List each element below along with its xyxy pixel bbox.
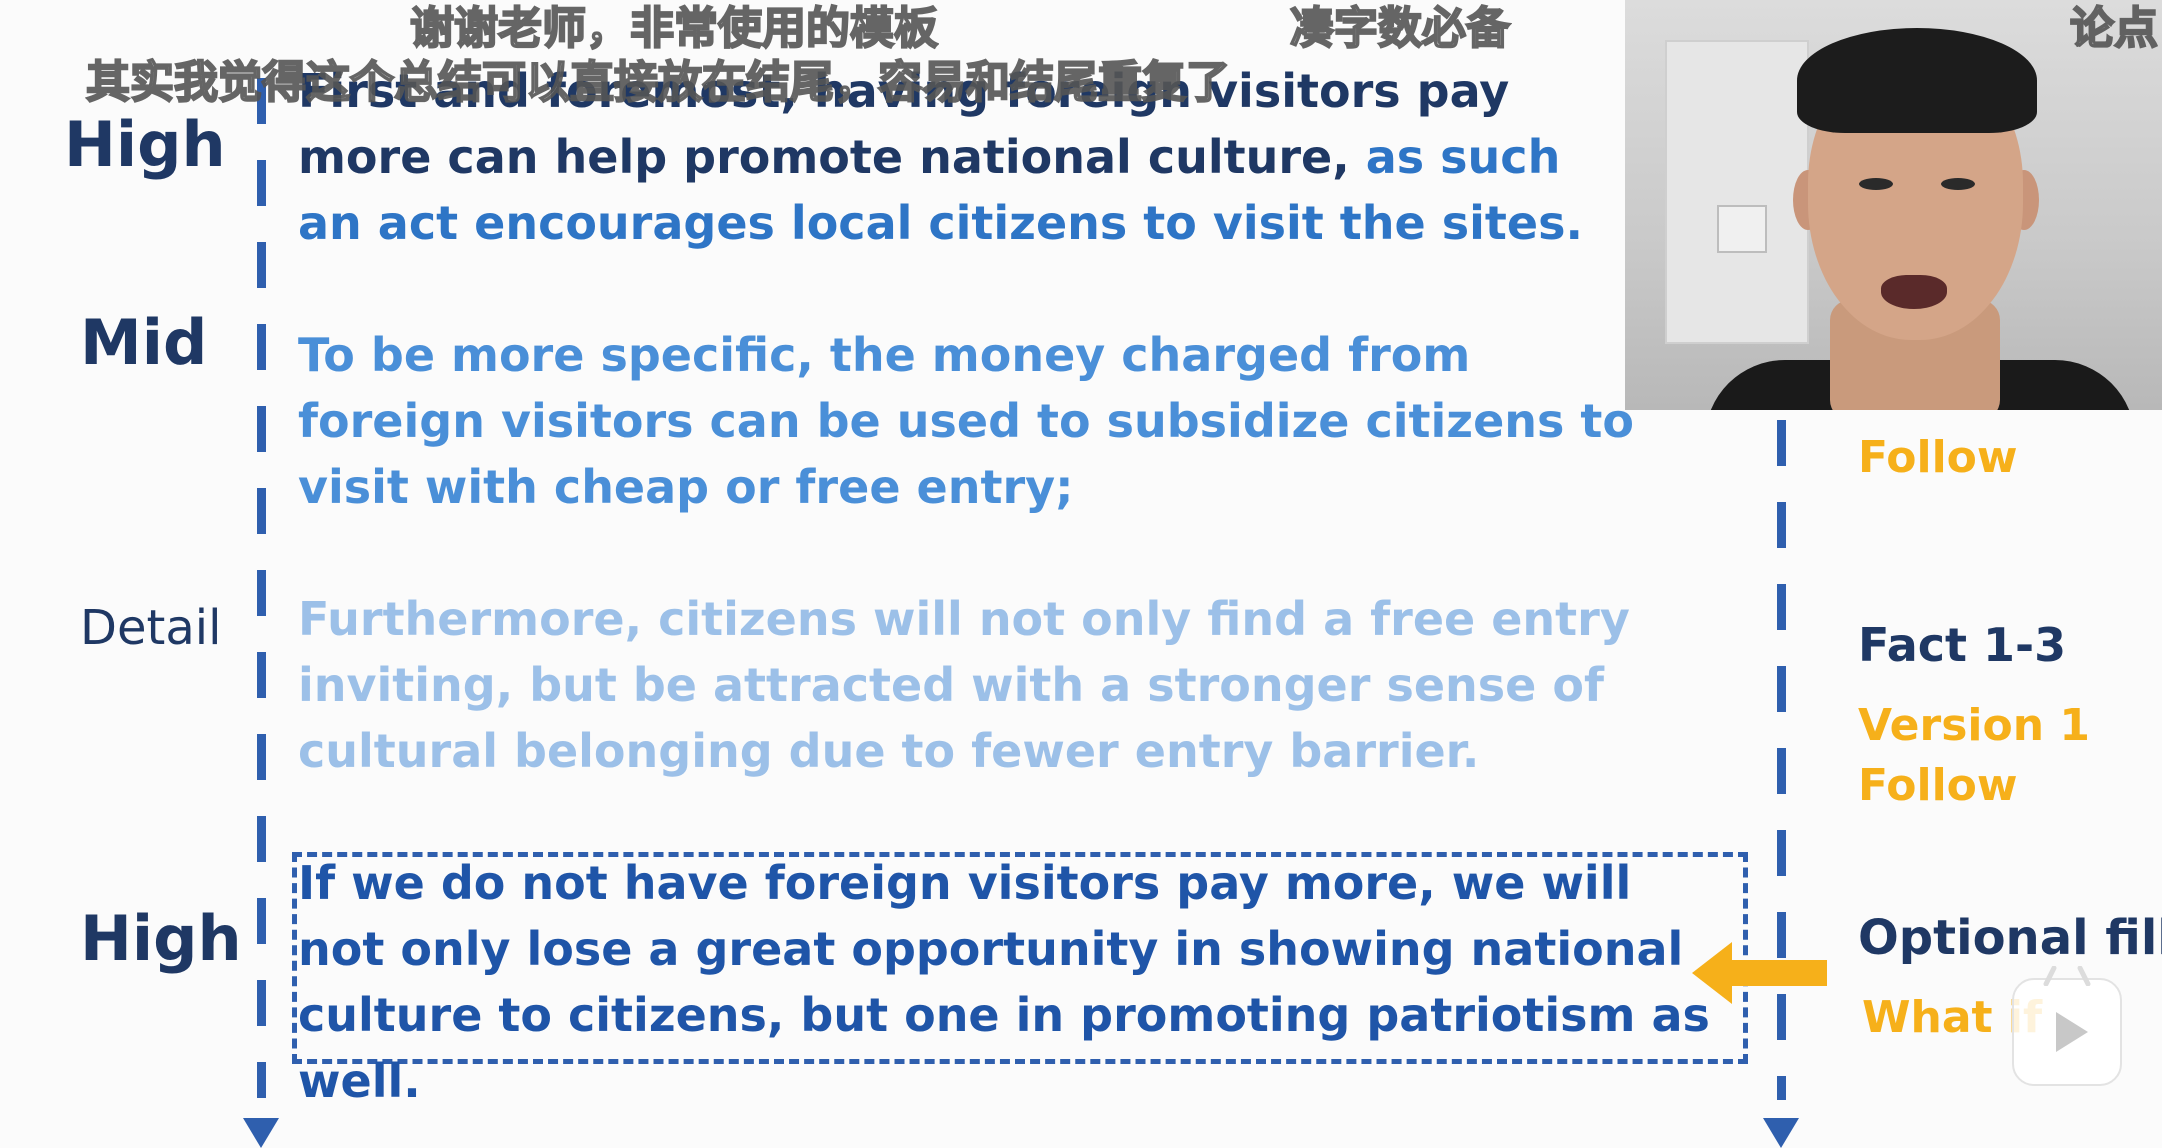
- level-label-high-2: High: [80, 902, 242, 975]
- left-pointing-arrow-icon: [1692, 942, 1827, 1004]
- webcam-background-switch: [1717, 205, 1767, 253]
- right-label-follow-1: Follow: [1858, 432, 2018, 483]
- left-timeline-arrowhead-icon: [243, 1118, 279, 1148]
- play-icon: [2056, 1012, 2088, 1052]
- danmaku-comment-2: 凑字数必备: [1289, 2, 1511, 55]
- presenter-hair: [1797, 28, 2037, 133]
- level-label-mid: Mid: [80, 306, 208, 379]
- webcam-background-door: [1665, 40, 1809, 344]
- right-timeline-arrowhead-icon: [1763, 1118, 1799, 1148]
- left-dashed-timeline: [257, 78, 266, 1098]
- right-label-follow-2: Follow: [1858, 760, 2018, 811]
- presenter-mouth: [1881, 275, 1947, 309]
- right-label-fact: Fact 1-3: [1858, 618, 2067, 672]
- play-button-ears-icon: [2043, 966, 2091, 986]
- danmaku-comment-3: 论点: [2069, 2, 2159, 55]
- slide-stage: High Mid Detail High First and foremost,…: [0, 0, 2162, 1148]
- play-button[interactable]: [2012, 966, 2122, 1086]
- danmaku-comment-4: 其实我觉得这个总结可以直接放在结尾，容易和结尾重复了: [85, 56, 1231, 109]
- level-label-high-1: High: [64, 108, 226, 181]
- level-label-detail: Detail: [80, 600, 222, 656]
- paragraph-what-if: If we do not have foreign visitors pay m…: [298, 856, 1710, 1108]
- paragraph-mid-explanation: To be more specific, the money charged f…: [298, 328, 1634, 514]
- right-label-optional-filler: Optional filler: [1858, 910, 2162, 966]
- webcam-video-overlay: [1625, 0, 2162, 410]
- presenter-eye-left: [1859, 178, 1893, 190]
- presenter-eye-right: [1941, 178, 1975, 190]
- right-label-version: Version 1: [1858, 700, 2090, 751]
- paragraph-detail: Furthermore, citizens will not only find…: [298, 592, 1630, 778]
